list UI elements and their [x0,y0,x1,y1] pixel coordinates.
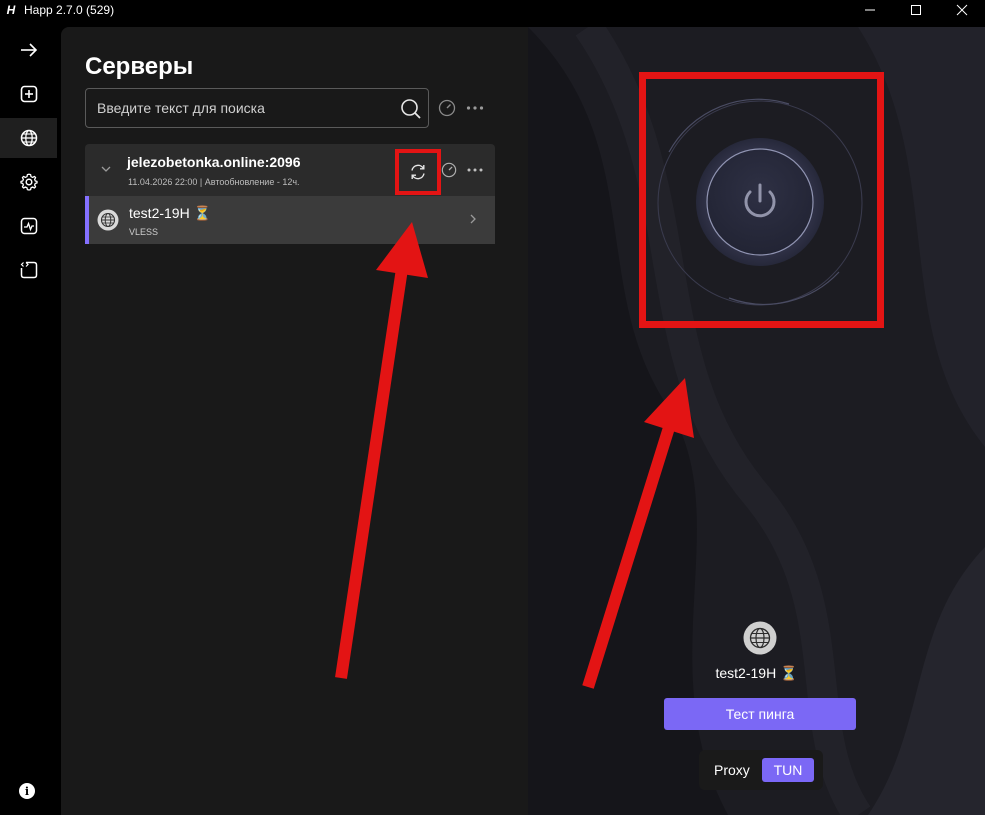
speed-test-icon[interactable] [441,162,457,178]
sidebar-item-settings[interactable] [0,162,57,202]
server-name: test2-19H ⏳ [129,205,212,221]
activity-icon [20,217,37,235]
group-name: jelezobetonka.online:2096 [127,154,301,170]
gear-icon [19,173,38,191]
minimize-icon [865,9,875,11]
servers-panel: Серверы jelezobetonka.online:2096 11.04.… [61,27,528,815]
mode-proxy-option[interactable]: Proxy [714,762,750,778]
sidebar-item-connect[interactable] [0,30,57,70]
maximize-icon [911,5,921,15]
window-title: Happ 2.7.0 (529) [24,3,115,17]
code-file-icon [20,261,37,279]
search-icon[interactable] [400,98,422,120]
arrow-right-icon [20,43,37,57]
window-controls [847,0,985,20]
speed-test-icon[interactable] [438,99,456,117]
subscription-group: jelezobetonka.online:2096 11.04.2026 22:… [85,144,495,244]
sidebar-item-add[interactable] [0,74,57,114]
sidebar-item-servers[interactable] [0,118,57,158]
ping-test-button[interactable]: Тест пинга [664,698,856,730]
more-icon[interactable] [465,99,485,117]
search-box [85,88,429,128]
group-header[interactable]: jelezobetonka.online:2096 11.04.2026 22:… [85,144,495,196]
mode-tun-option[interactable]: TUN [762,758,814,782]
minimize-button[interactable] [847,0,893,20]
search-input[interactable] [97,100,387,116]
server-item[interactable]: test2-19H ⏳ VLESS [85,196,495,244]
app-logo: H [6,3,16,17]
server-protocol: VLESS [129,227,159,237]
chevron-right-icon[interactable] [467,213,479,225]
more-icon[interactable] [466,162,484,178]
refresh-subscription-button[interactable] [395,149,441,195]
title-bar: H Happ 2.7.0 (529) [0,0,985,20]
page-title: Серверы [85,53,194,80]
sidebar-item-logs[interactable] [0,206,57,246]
maximize-button[interactable] [893,0,939,20]
group-meta: 11.04.2026 22:00 | Автообновление - 12ч. [128,177,300,187]
globe-icon [743,621,777,655]
highlight-box-power [639,72,884,328]
close-button[interactable] [939,0,985,20]
globe-icon [20,129,37,147]
mode-switch: Proxy TUN [699,750,823,790]
globe-icon [97,209,119,231]
add-square-icon [20,85,37,103]
close-icon [956,4,968,16]
refresh-icon [411,164,425,180]
connect-panel: test2-19H ⏳ Тест пинга Proxy TUN [528,27,985,815]
info-icon[interactable]: i [19,783,35,799]
sidebar-item-routing[interactable] [0,250,57,290]
chevron-down-icon[interactable] [99,162,113,176]
current-server-name: test2-19H ⏳ [715,665,798,681]
sidebar: i [0,20,57,815]
